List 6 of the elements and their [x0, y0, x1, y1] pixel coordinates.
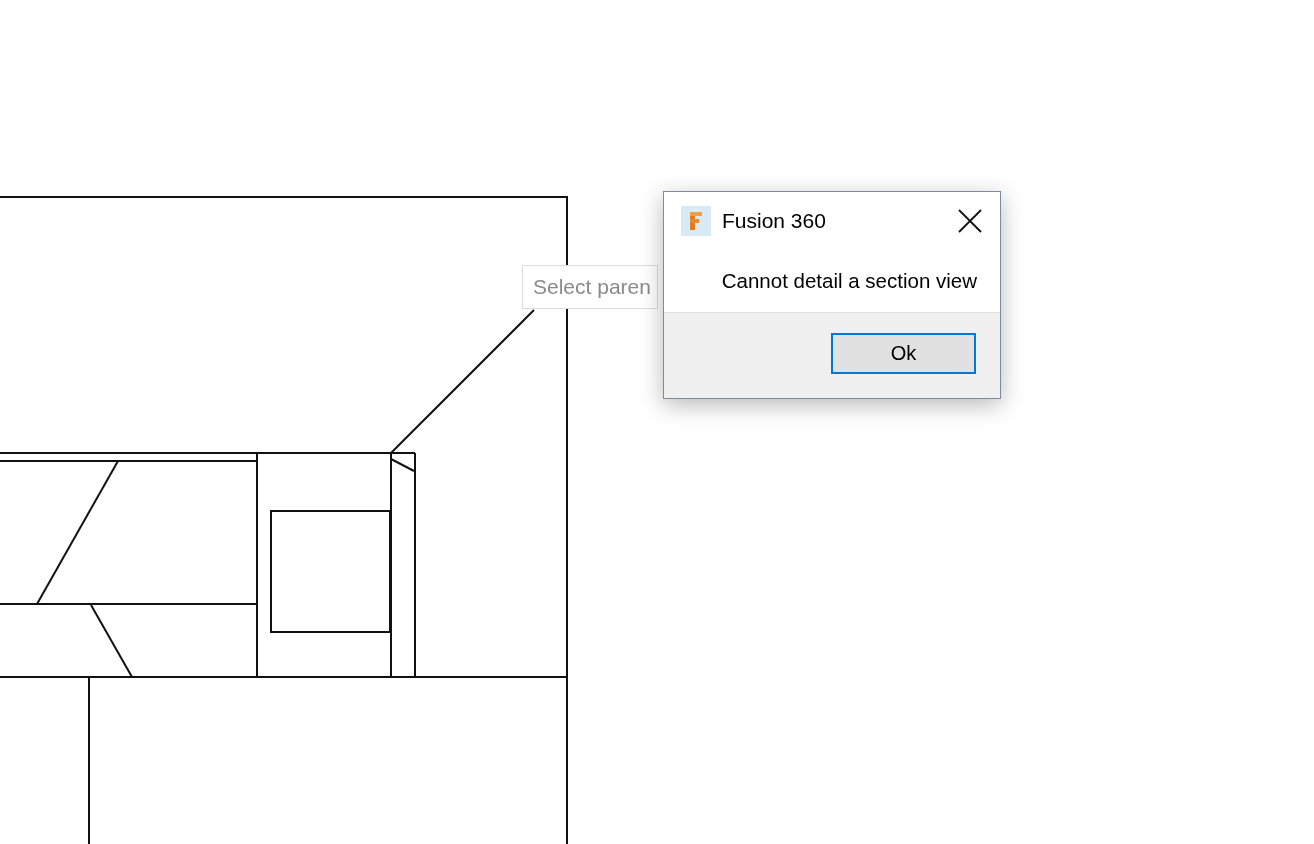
ok-button[interactable]: Ok — [831, 333, 976, 374]
app-logo-icon — [681, 206, 711, 236]
dialog-message: Cannot detail a section view — [721, 269, 977, 293]
tooltip: Select paren — [522, 265, 658, 309]
dialog-title: Fusion 360 — [722, 209, 827, 233]
close-icon[interactable] — [958, 209, 982, 233]
